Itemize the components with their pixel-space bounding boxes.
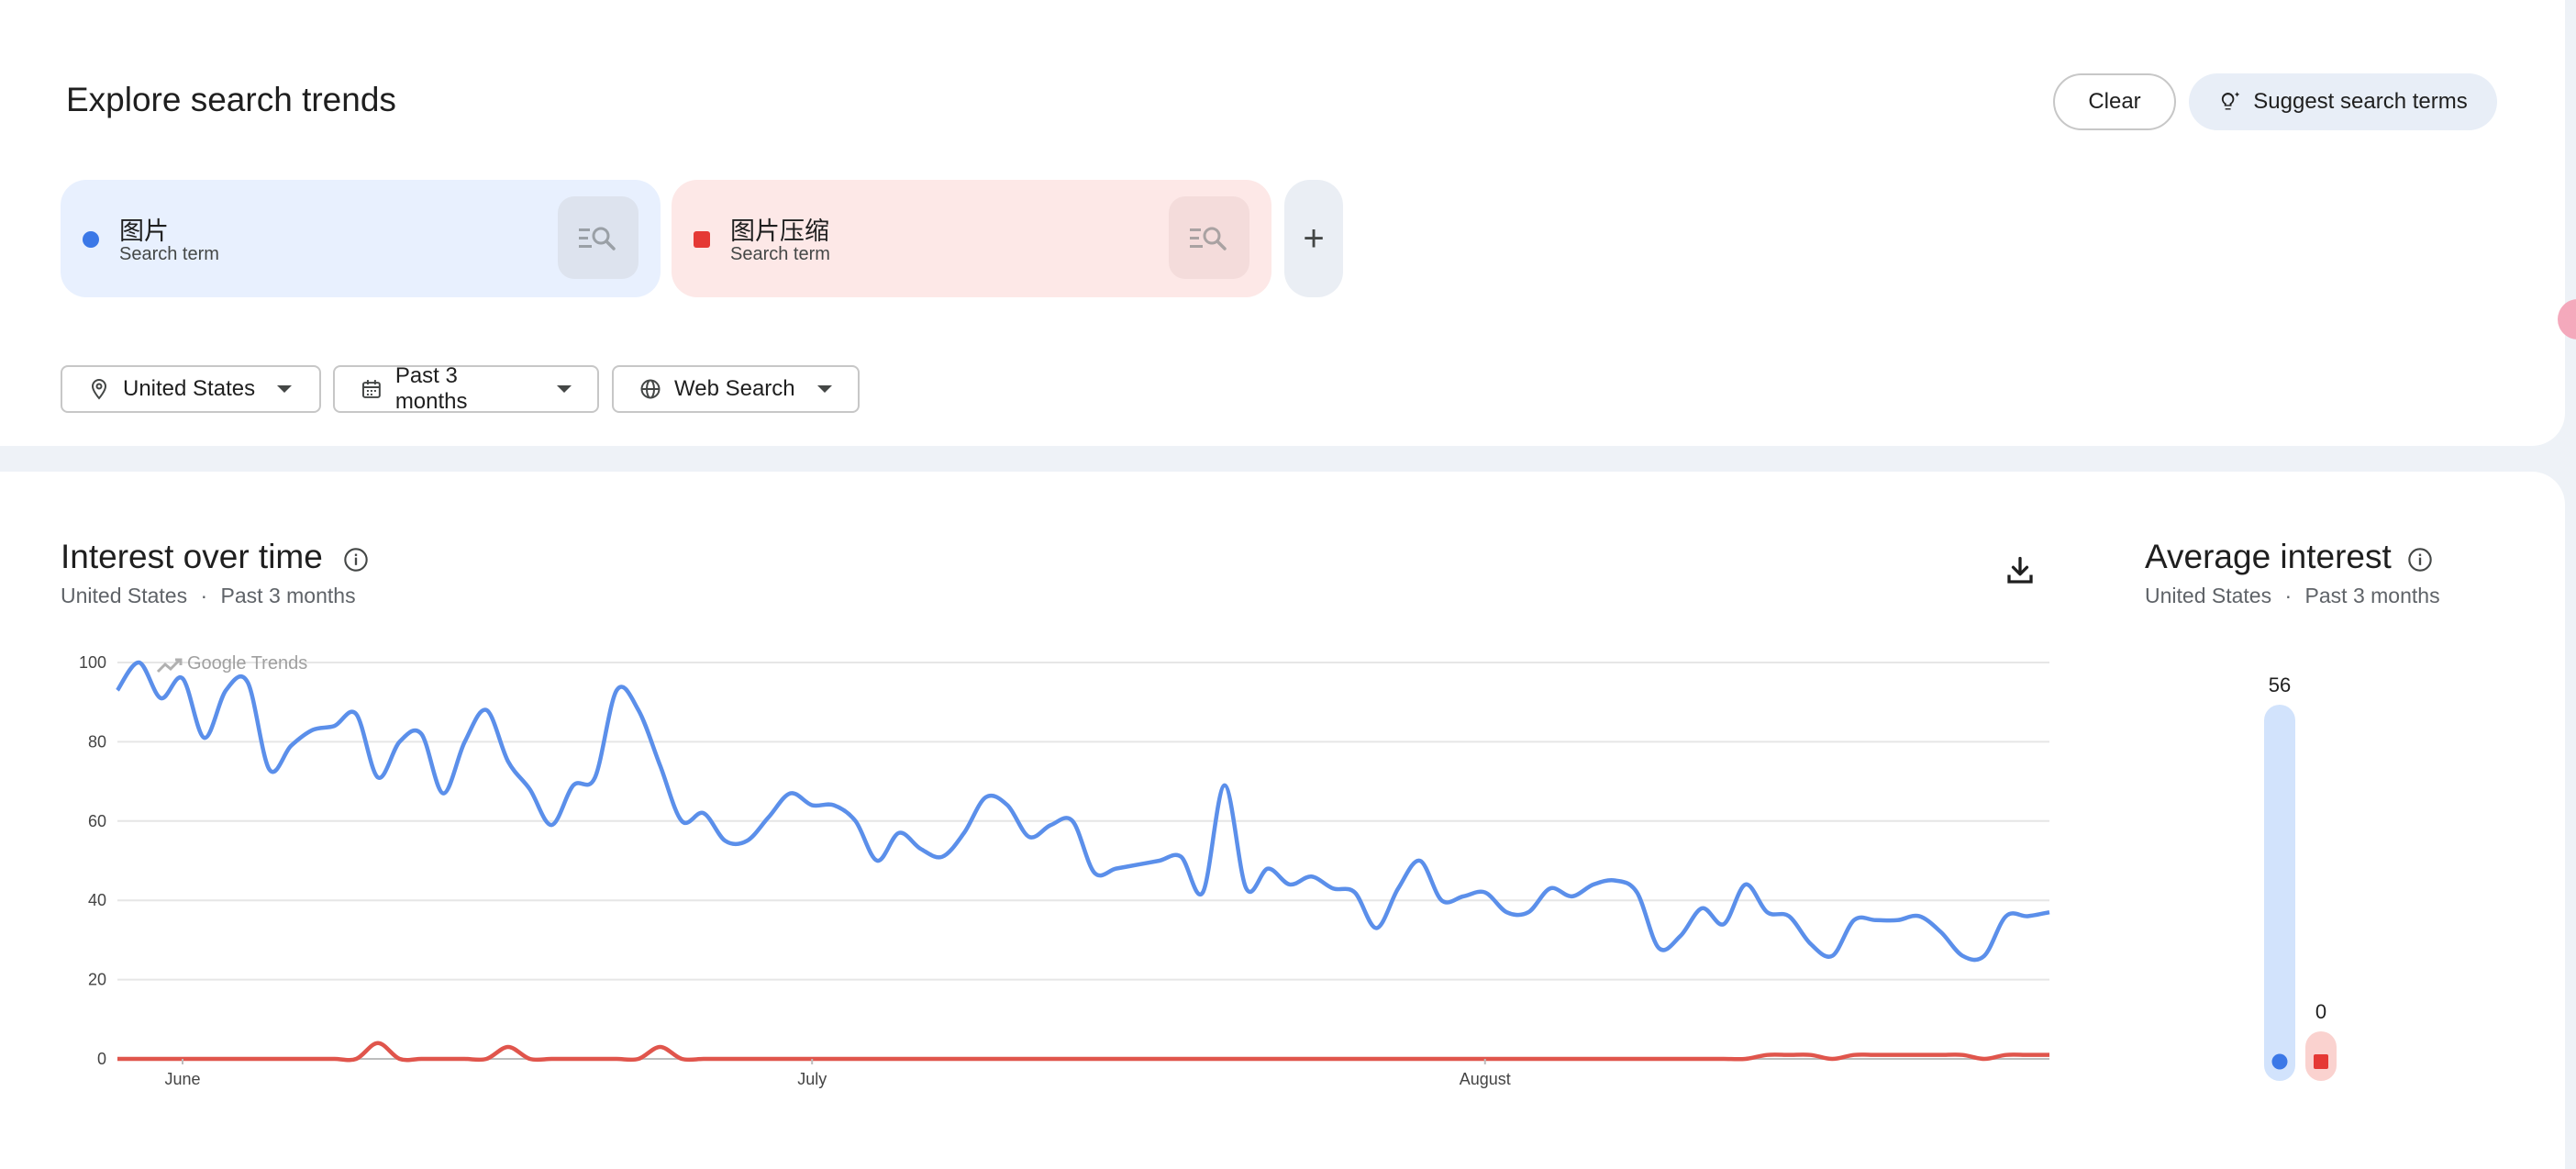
term-2-name: 图片压缩 (730, 217, 829, 245)
term-1-type: Search term (119, 244, 219, 264)
page-title: Explore search trends (66, 81, 396, 118)
average-subtitle-region: United States (2145, 584, 2272, 607)
globe-icon (640, 379, 661, 399)
term-2-type: Search term (730, 244, 830, 264)
region-filter[interactable]: United States (61, 365, 321, 413)
interest-subtitle-region: United States (61, 584, 188, 607)
interest-subtitle-time: Past 3 months (220, 584, 356, 607)
location-pin-icon (91, 378, 107, 400)
calendar-icon (361, 380, 381, 398)
clear-button-label: Clear (2088, 89, 2141, 114)
time-filter[interactable]: Past 3 months (333, 363, 599, 414)
suggest-search-terms-button[interactable]: Suggest search terms (2189, 73, 2497, 130)
search-term-card-1[interactable]: 图片 Search term (61, 180, 661, 297)
chevron-down-icon (557, 385, 572, 393)
info-icon[interactable] (343, 547, 369, 573)
term-1-name: 图片 (119, 217, 169, 245)
interest-subtitle: United States · Past 3 months (61, 584, 356, 608)
clear-button[interactable]: Clear (2053, 73, 2176, 130)
time-filter-label: Past 3 months (394, 363, 468, 414)
term-2-search-button[interactable] (1169, 196, 1249, 279)
subtitle-separator: · (2284, 584, 2293, 607)
add-term-button[interactable]: + (1284, 180, 1343, 297)
property-filter-label: Web Search (674, 376, 795, 401)
list-search-icon (1190, 227, 1227, 250)
subtitle-separator: · (200, 584, 208, 607)
average-subtitle-time: Past 3 months (2304, 584, 2440, 607)
plus-icon: + (1303, 217, 1325, 259)
info-icon[interactable] (2407, 547, 2433, 573)
average-subtitle: United States · Past 3 months (2145, 584, 2440, 608)
interest-card (0, 472, 2565, 1169)
region-filter-label: United States (123, 376, 256, 401)
search-term-card-2[interactable]: 图片压缩 Search term (672, 180, 1271, 297)
suggest-button-label: Suggest search terms (2253, 89, 2468, 114)
list-search-icon (579, 227, 616, 250)
property-filter[interactable]: Web Search (612, 365, 860, 413)
chevron-down-icon (816, 385, 832, 393)
interest-over-time-title: Interest over time (61, 538, 323, 575)
chevron-down-icon (277, 385, 293, 393)
term-2-color-marker (694, 231, 710, 248)
average-interest-title: Average interest (2145, 538, 2392, 575)
term-1-search-button[interactable] (558, 196, 638, 279)
lightbulb-sparkle-icon (2222, 92, 2240, 110)
download-icon[interactable] (2004, 554, 2037, 587)
term-1-color-marker (83, 231, 99, 248)
